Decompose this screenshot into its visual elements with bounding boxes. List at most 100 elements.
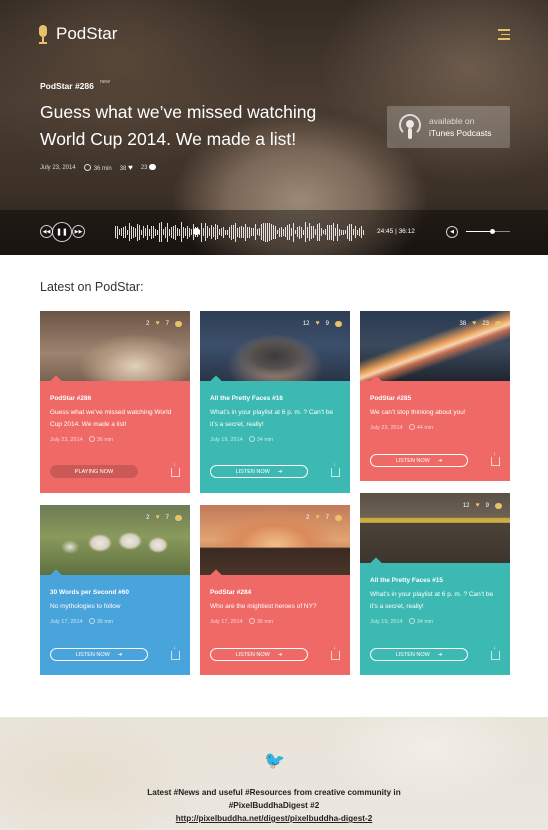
waveform-bar bbox=[143, 226, 144, 238]
listen-now-button[interactable]: LISTEN NOW ➔ bbox=[210, 465, 308, 478]
waveform-bar bbox=[261, 224, 262, 240]
clock-icon bbox=[408, 424, 415, 430]
waveform-bar bbox=[203, 228, 204, 236]
episode-card[interactable]: 2 ♥ 7 30 Words per Second #60 No mythologi… bbox=[40, 505, 190, 675]
episode-card[interactable]: 12 ♥ 9 All the Pretty Faces #15 What’s in … bbox=[360, 493, 510, 675]
waveform-seekbar[interactable] bbox=[115, 220, 365, 244]
download-icon[interactable] bbox=[491, 451, 500, 466]
waveform-bar bbox=[339, 228, 340, 236]
waveform-bar bbox=[271, 224, 272, 240]
waveform-bar bbox=[183, 226, 184, 238]
heart-icon: ♥ bbox=[155, 514, 160, 521]
logo[interactable]: PodStar bbox=[38, 24, 117, 44]
card-title[interactable]: 30 Words per Second #60 bbox=[50, 589, 180, 596]
card-title[interactable]: All the Pretty Faces #15 bbox=[370, 577, 500, 584]
itunes-line1: available on bbox=[429, 116, 475, 126]
waveform-bar bbox=[121, 228, 122, 236]
card-title[interactable]: PodStar #286 bbox=[50, 395, 180, 402]
card-comments: 7 bbox=[165, 320, 169, 327]
waveform-bar bbox=[127, 229, 128, 235]
seek-knob[interactable] bbox=[193, 228, 200, 235]
waveform-bar bbox=[323, 230, 324, 234]
listen-now-button[interactable]: LISTEN NOW ➔ bbox=[370, 454, 468, 467]
waveform-bar bbox=[233, 225, 234, 239]
card-description: No mythologies to follow bbox=[50, 603, 121, 610]
featured-date: July 23, 2014 bbox=[40, 164, 76, 171]
waveform-bar bbox=[223, 226, 224, 238]
playing-now-button[interactable]: PLAYING NOW bbox=[50, 465, 138, 478]
waveform-bar bbox=[229, 226, 230, 238]
card-meta: July 17, 2014 36 min bbox=[210, 618, 340, 625]
waveform-bar bbox=[347, 225, 348, 239]
card-stats: 12 ♥ 9 bbox=[463, 502, 502, 509]
waveform-bar bbox=[137, 223, 138, 241]
clock-icon bbox=[88, 618, 95, 624]
waveform-bar bbox=[245, 223, 246, 241]
waveform-bar bbox=[309, 223, 310, 241]
waveform-bar bbox=[311, 225, 312, 239]
download-icon[interactable] bbox=[491, 645, 500, 660]
card-comments: 9 bbox=[325, 320, 329, 327]
card-likes: 2 bbox=[306, 514, 310, 521]
card-likes: 12 bbox=[302, 320, 310, 327]
download-icon[interactable] bbox=[171, 645, 180, 660]
clock-icon bbox=[83, 163, 91, 171]
waveform-bar bbox=[357, 229, 358, 235]
featured-comments-wrap[interactable]: 23 bbox=[141, 164, 157, 171]
download-icon[interactable] bbox=[171, 462, 180, 477]
waveform-bar bbox=[169, 228, 170, 236]
episode-card[interactable]: 2 ♥ 7 PodStar #286 Guess what we’ve missed… bbox=[40, 311, 190, 493]
waveform-bar bbox=[135, 227, 136, 237]
comment-icon bbox=[335, 320, 342, 327]
twitter-bird-icon[interactable]: 🐦 bbox=[264, 751, 285, 771]
button-label: LISTEN NOW bbox=[75, 651, 110, 658]
episode-card[interactable]: 38 ♥ 23 PodStar #285 We can’t stop thinkin… bbox=[360, 311, 510, 481]
waveform-bar bbox=[217, 225, 218, 239]
download-icon[interactable] bbox=[331, 645, 340, 660]
volume-icon[interactable]: ◀ bbox=[446, 226, 458, 238]
episode-card[interactable]: 12 ♥ 9 All the Pretty Faces #16 What’s in … bbox=[200, 311, 350, 493]
waveform-bar bbox=[165, 226, 166, 238]
card-stats: 2 ♥ 7 bbox=[306, 514, 342, 521]
menu-icon[interactable] bbox=[498, 29, 510, 40]
next-button[interactable]: ▶▶ bbox=[72, 225, 85, 238]
waveform-bar bbox=[133, 226, 134, 238]
featured-likes-wrap[interactable]: 38 ♥ bbox=[120, 163, 133, 172]
listen-now-button[interactable]: LISTEN NOW ➔ bbox=[210, 648, 308, 661]
waveform-bar bbox=[363, 229, 364, 235]
waveform-bar bbox=[215, 224, 216, 240]
volume-knob[interactable] bbox=[490, 229, 495, 234]
waveform-bar bbox=[163, 229, 164, 235]
listen-now-button[interactable]: LISTEN NOW ➔ bbox=[370, 648, 468, 661]
waveform-bar bbox=[211, 225, 212, 239]
waveform-bar bbox=[129, 223, 130, 241]
featured-title[interactable]: Guess what we’ve missed watching World C… bbox=[40, 99, 330, 153]
episode-card[interactable]: 2 ♥ 7 PodStar #284 Who are the mightiest h… bbox=[200, 505, 350, 675]
card-meta: July 23, 2014 36 min bbox=[50, 436, 180, 443]
download-icon[interactable] bbox=[331, 462, 340, 477]
featured-meta: July 23, 2014 36 min 38 ♥ 23 bbox=[40, 163, 157, 172]
tweet-line2: #PixelBuddhaDigest #2 bbox=[228, 801, 320, 810]
card-title[interactable]: PodStar #285 bbox=[370, 395, 500, 402]
volume-slider[interactable] bbox=[466, 229, 510, 234]
waveform-bar bbox=[207, 226, 208, 238]
button-label: LISTEN NOW bbox=[235, 651, 270, 658]
hero-banner: PodStar PodStar #286 new Guess what we’v… bbox=[0, 0, 548, 255]
comment-icon bbox=[335, 514, 342, 521]
pause-button[interactable]: ❚❚ bbox=[52, 222, 72, 242]
card-duration: 34 min bbox=[256, 437, 274, 443]
itunes-podcasts-button[interactable]: available on iTunes Podcasts bbox=[387, 106, 510, 148]
playback-time: 24:45 | 36:12 bbox=[377, 228, 415, 235]
waveform-bar bbox=[235, 222, 236, 242]
card-duration: 36 min bbox=[96, 437, 114, 443]
button-label: PLAYING NOW bbox=[74, 468, 114, 475]
tweet-link[interactable]: http://pixelbuddha.net/digest/pixelbuddh… bbox=[124, 812, 424, 825]
waveform-bar bbox=[117, 225, 118, 239]
button-label: LISTEN NOW bbox=[395, 651, 430, 658]
waveform-bar bbox=[251, 228, 252, 236]
waveform-bar bbox=[149, 228, 150, 236]
card-title[interactable]: PodStar #284 bbox=[210, 589, 340, 596]
card-title[interactable]: All the Pretty Faces #16 bbox=[210, 395, 340, 402]
listen-now-button[interactable]: LISTEN NOW ➔ bbox=[50, 648, 148, 661]
waveform-bar bbox=[241, 226, 242, 238]
